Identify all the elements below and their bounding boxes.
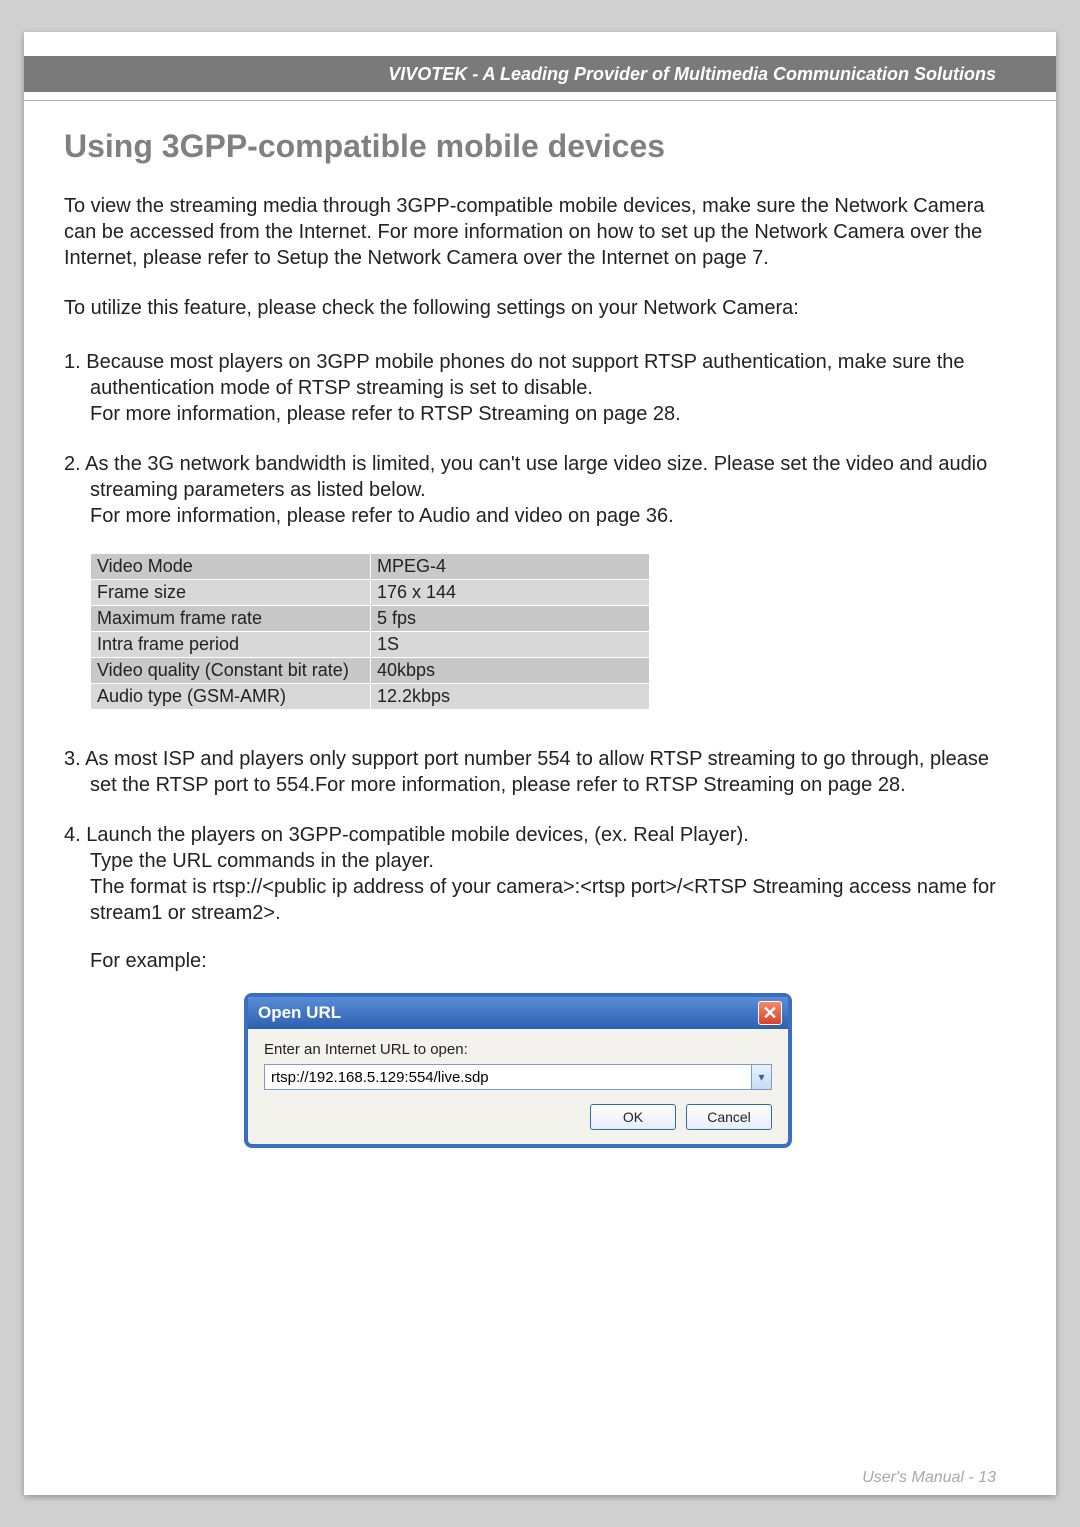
intro-paragraph-2: To utilize this feature, please check th…	[64, 295, 1016, 321]
list-item-4-text: 4. Launch the players on 3GPP-compatible…	[64, 824, 749, 846]
settings-table: Video Mode MPEG-4 Frame size 176 x 144 M…	[90, 553, 650, 710]
setting-value: 176 x 144	[371, 580, 650, 606]
cancel-button[interactable]: Cancel	[686, 1104, 772, 1130]
url-combo: ▾	[264, 1064, 772, 1090]
setting-value: MPEG-4	[371, 554, 650, 580]
for-example-label: For example:	[90, 950, 1016, 973]
list-item-1: 1. Because most players on 3GPP mobile p…	[64, 349, 1016, 427]
list-item-3: 3. As most ISP and players only support …	[64, 746, 1016, 798]
list-item-4-line3: The format is rtsp://<public ip address …	[90, 874, 1016, 926]
setting-label: Maximum frame rate	[91, 606, 371, 632]
open-url-dialog: Open URL ✕ Enter an Internet URL to open…	[244, 993, 792, 1148]
url-input[interactable]	[265, 1069, 751, 1086]
combo-dropdown-button[interactable]: ▾	[751, 1065, 771, 1089]
table-row: Intra frame period 1S	[91, 632, 650, 658]
ok-button[interactable]: OK	[590, 1104, 676, 1130]
setting-value: 40kbps	[371, 658, 650, 684]
setting-label: Video quality (Constant bit rate)	[91, 658, 371, 684]
table-row: Maximum frame rate 5 fps	[91, 606, 650, 632]
table-row: Audio type (GSM-AMR) 12.2kbps	[91, 684, 650, 710]
setting-value: 1S	[371, 632, 650, 658]
setting-label: Intra frame period	[91, 632, 371, 658]
list-item-4-line2: Type the URL commands in the player.	[90, 848, 1016, 874]
intro-paragraph-1: To view the streaming media through 3GPP…	[64, 193, 1016, 271]
setting-label: Video Mode	[91, 554, 371, 580]
close-icon: ✕	[762, 1004, 777, 1022]
url-input-label: Enter an Internet URL to open:	[264, 1041, 772, 1058]
page-footer: User's Manual - 13	[862, 1469, 996, 1487]
setting-label: Audio type (GSM-AMR)	[91, 684, 371, 710]
dialog-body: Enter an Internet URL to open: ▾ OK Canc…	[248, 1029, 788, 1144]
header-band: VIVOTEK - A Leading Provider of Multimed…	[24, 56, 1056, 92]
header-divider	[24, 100, 1056, 101]
list-item-4: 4. Launch the players on 3GPP-compatible…	[64, 822, 1016, 926]
table-row: Video quality (Constant bit rate) 40kbps	[91, 658, 650, 684]
setting-value: 5 fps	[371, 606, 650, 632]
table-row: Frame size 176 x 144	[91, 580, 650, 606]
page-content: Using 3GPP-compatible mobile devices To …	[64, 128, 1016, 1148]
table-row: Video Mode MPEG-4	[91, 554, 650, 580]
dialog-titlebar: Open URL ✕	[248, 997, 788, 1029]
setting-label: Frame size	[91, 580, 371, 606]
list-item-2-more: For more information, please refer to Au…	[90, 503, 1016, 529]
setting-value: 12.2kbps	[371, 684, 650, 710]
chevron-down-icon: ▾	[758, 1070, 764, 1084]
list-item-2: 2. As the 3G network bandwidth is limite…	[64, 451, 1016, 529]
close-button[interactable]: ✕	[758, 1001, 782, 1025]
list-item-1-more: For more information, please refer to RT…	[90, 401, 1016, 427]
page-title: Using 3GPP-compatible mobile devices	[64, 128, 1016, 165]
brand-tagline: VIVOTEK - A Leading Provider of Multimed…	[388, 64, 996, 85]
list-item-2-text: 2. As the 3G network bandwidth is limite…	[64, 453, 987, 501]
list-item-1-text: 1. Because most players on 3GPP mobile p…	[64, 351, 965, 399]
dialog-button-row: OK Cancel	[264, 1104, 772, 1130]
document-page: VIVOTEK - A Leading Provider of Multimed…	[24, 32, 1056, 1495]
dialog-title-text: Open URL	[258, 1003, 341, 1023]
